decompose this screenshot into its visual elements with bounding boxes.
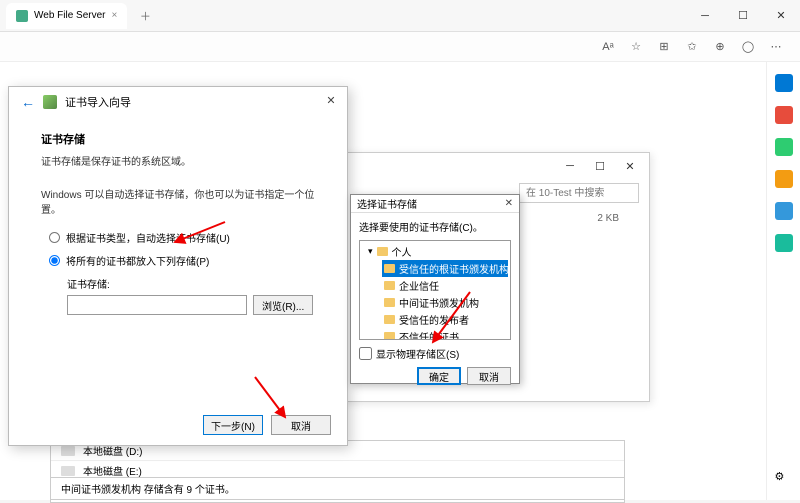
wizard-body: 证书存储 证书存储是保存证书的系统区域。 Windows 可以自动选择证书存储，…	[9, 117, 347, 329]
folder-icon	[384, 264, 395, 273]
select-prompt: 选择要使用的证书存储(C)。	[359, 219, 511, 234]
cert-import-wizard: ✕ ← 证书导入向导 证书存储 证书存储是保存证书的系统区域。 Windows …	[8, 86, 348, 446]
extensions-icon[interactable]: ⊕	[712, 39, 728, 55]
star-icon[interactable]: ☆	[628, 39, 644, 55]
folder-icon	[384, 332, 395, 340]
sidebar-app-3[interactable]	[775, 138, 793, 156]
tree-item[interactable]: 企业信任	[382, 277, 508, 294]
tree-item-label: 中间证书颁发机构	[399, 295, 479, 310]
folder-icon	[384, 315, 395, 324]
sidebar-settings-icon[interactable]: ⚙	[775, 470, 793, 488]
profile-icon[interactable]: ◯	[740, 39, 756, 55]
radio-auto-label: 根据证书类型，自动选择证书存储(U)	[66, 230, 230, 245]
new-tab-button[interactable]: ＋	[135, 6, 155, 26]
explorer-maximize-button[interactable]: ☐	[585, 156, 615, 176]
tree-item-label: 企业信任	[399, 278, 439, 293]
tab-title: Web File Server	[34, 10, 106, 21]
tab-favicon	[16, 10, 28, 22]
tree-item-label: 不信任的证书	[399, 329, 459, 340]
radio-manual-input[interactable]	[49, 255, 60, 266]
folder-icon	[384, 298, 395, 307]
wizard-title: 证书导入向导	[65, 94, 131, 110]
select-dialog-title: 选择证书存储	[357, 196, 417, 211]
next-button[interactable]: 下一步(N)	[203, 415, 263, 435]
browser-tab-strip: Web File Server × ＋ ─ ☐ ✕	[0, 0, 800, 32]
drive-icon	[61, 446, 75, 456]
store-field-label: 证书存储:	[41, 276, 315, 291]
folder-icon	[377, 247, 388, 256]
ok-button[interactable]: 确定	[417, 367, 461, 385]
sidebar-app-5[interactable]	[775, 202, 793, 220]
tree-item-label: 受信任的根证书颁发机构	[399, 261, 509, 276]
text-size-icon[interactable]: Aᵃ	[600, 39, 616, 55]
certmgr-status-line: 中间证书颁发机构 存储含有 9 个证书。	[50, 477, 625, 500]
store-input-row: 浏览(R)...	[41, 295, 315, 315]
radio-auto-select[interactable]: 根据证书类型，自动选择证书存储(U)	[41, 230, 315, 245]
tree-expand-icon[interactable]: ▾	[368, 246, 373, 257]
menu-icon[interactable]: ⋯	[768, 39, 784, 55]
tree-root-item[interactable]: ▾ 个人	[366, 243, 508, 260]
sidebar-app-1[interactable]	[775, 74, 793, 92]
sidebar-app-2[interactable]	[775, 106, 793, 124]
tree-item-label: 受信任的发布者	[399, 312, 469, 327]
section-desc: 证书存储是保存证书的系统区域。	[41, 153, 315, 168]
page-content: ─ ☐ ✕ 2 KB 本地磁盘 (D:) 本地磁盘 (E:) 1 个项目 选中 …	[0, 62, 766, 500]
wizard-footer: 下一步(N) 取消	[203, 415, 331, 435]
folder-icon	[384, 281, 395, 290]
drive-icon	[61, 466, 75, 476]
tree-item[interactable]: 受信任的根证书颁发机构	[382, 260, 508, 277]
browser-tab[interactable]: Web File Server ×	[6, 3, 127, 29]
drive-label: 本地磁盘 (E:)	[83, 463, 142, 478]
explorer-minimize-button[interactable]: ─	[555, 156, 585, 176]
close-button[interactable]: ✕	[762, 0, 800, 32]
show-physical-checkbox-row[interactable]: 显示物理存储区(S)	[359, 346, 511, 361]
cert-store-tree[interactable]: ▾ 个人 受信任的根证书颁发机构企业信任中间证书颁发机构受信任的发布者不信任的证…	[359, 240, 511, 340]
explorer-search-input[interactable]	[519, 183, 639, 203]
edge-sidebar: ⚙	[766, 62, 800, 500]
select-cert-store-dialog: 选择证书存储 ✕ 选择要使用的证书存储(C)。 ▾ 个人 受信任的根证书颁发机构…	[350, 194, 520, 384]
tab-close-icon[interactable]: ×	[112, 10, 118, 21]
minimize-button[interactable]: ─	[686, 0, 724, 32]
cert-store-input[interactable]	[67, 295, 247, 315]
browse-button[interactable]: 浏览(R)...	[253, 295, 313, 315]
select-dialog-footer: 确定 取消	[351, 367, 519, 391]
radio-manual-select[interactable]: 将所有的证书都放入下列存储(P)	[41, 253, 315, 268]
tree-item[interactable]: 不信任的证书	[382, 328, 508, 340]
browser-toolbar: Aᵃ ☆ ⊞ ✩ ⊕ ◯ ⋯	[0, 32, 800, 62]
window-controls: ─ ☐ ✕	[686, 0, 800, 32]
section-title: 证书存储	[41, 131, 315, 147]
file-size-hint: 2 KB	[597, 213, 619, 224]
explorer-titlebar: ─ ☐ ✕	[301, 153, 649, 179]
tree-item[interactable]: 中间证书颁发机构	[382, 294, 508, 311]
wizard-info: Windows 可以自动选择证书存储，你也可以为证书指定一个位置。	[41, 186, 315, 216]
radio-auto-input[interactable]	[49, 232, 60, 243]
wizard-icon	[43, 95, 57, 109]
wizard-close-button[interactable]: ✕	[321, 91, 341, 109]
maximize-button[interactable]: ☐	[724, 0, 762, 32]
select-close-button[interactable]: ✕	[505, 198, 513, 209]
select-dialog-body: 选择要使用的证书存储(C)。 ▾ 个人 受信任的根证书颁发机构企业信任中间证书颁…	[351, 213, 519, 367]
radio-manual-label: 将所有的证书都放入下列存储(P)	[66, 253, 209, 268]
explorer-close-button[interactable]: ✕	[615, 156, 645, 176]
show-physical-checkbox[interactable]	[359, 347, 372, 360]
tree-item[interactable]: 受信任的发布者	[382, 311, 508, 328]
cancel-button[interactable]: 取消	[271, 415, 331, 435]
collections-icon[interactable]: ⊞	[656, 39, 672, 55]
select-dialog-titlebar: 选择证书存储 ✕	[351, 195, 519, 213]
wizard-header: ← 证书导入向导	[9, 87, 347, 117]
sidebar-app-6[interactable]	[775, 234, 793, 252]
sidebar-app-4[interactable]	[775, 170, 793, 188]
favorites-icon[interactable]: ✩	[684, 39, 700, 55]
select-cancel-button[interactable]: 取消	[467, 367, 511, 385]
tree-root-label: 个人	[392, 244, 412, 259]
back-arrow-icon[interactable]: ←	[21, 94, 35, 110]
show-physical-label: 显示物理存储区(S)	[376, 346, 459, 361]
